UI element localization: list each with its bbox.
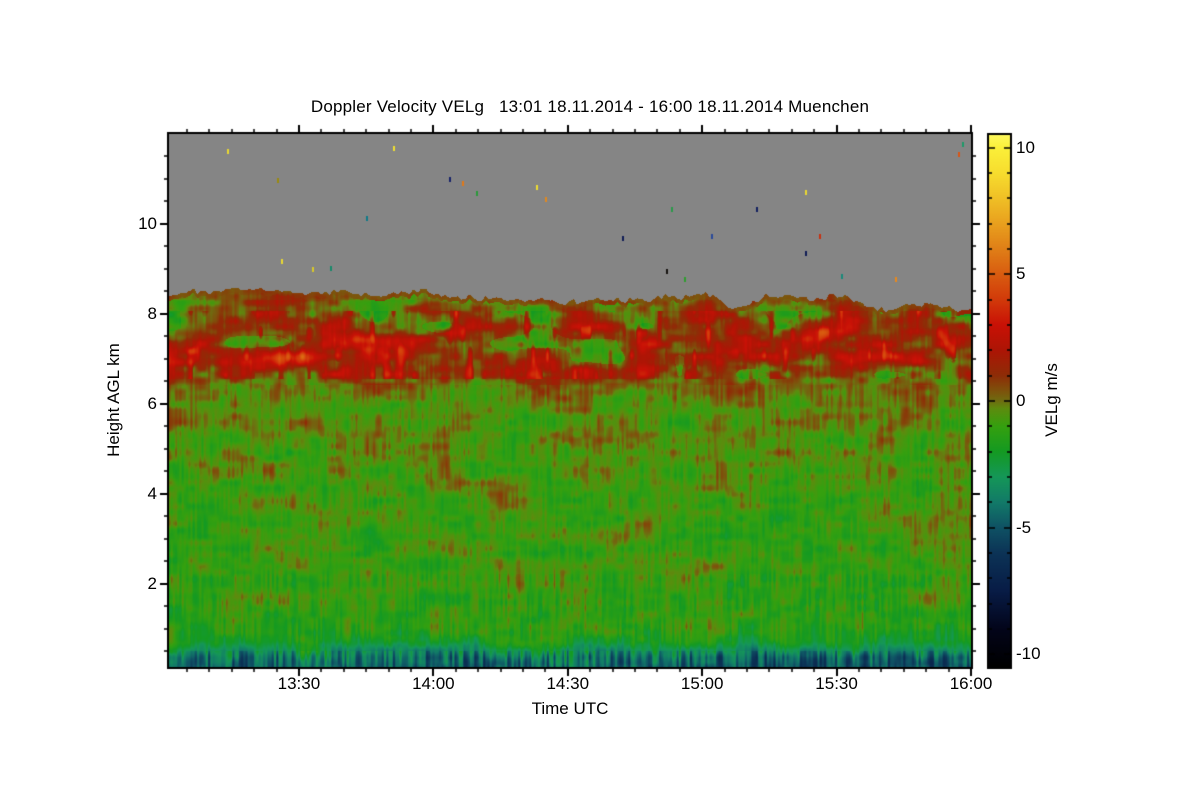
cbtick-label: 10 [1016,137,1035,157]
colorbar-label: VELg m/s [1042,363,1061,437]
cbtick-label: 5 [1016,264,1026,284]
chart-title: Doppler Velocity VELg 13:01 18.11.2014 -… [310,97,870,116]
xtick-label: 13:30 [277,674,321,693]
xtick-label: 14:30 [546,674,590,693]
cbtick-label: -5 [1016,517,1032,537]
ytick-label: 6 [147,393,157,413]
cbtick-label: 0 [1016,391,1026,410]
xtick-label: 16:00 [949,674,993,693]
x-axis-label: Time UTC [531,699,609,718]
doppler-velocity-figure: Doppler Velocity VELg 13:01 18.11.2014 -… [0,0,1200,800]
ytick-label: 2 [147,573,157,593]
xtick-label: 15:00 [680,674,724,693]
xtick-label: 15:30 [815,674,858,693]
ytick-label: 10 [138,213,157,233]
xtick-label: 14:00 [412,674,455,693]
ytick-label: 4 [147,483,157,503]
cbtick-label: -10 [1016,644,1041,664]
ytick-label: 8 [147,303,157,323]
